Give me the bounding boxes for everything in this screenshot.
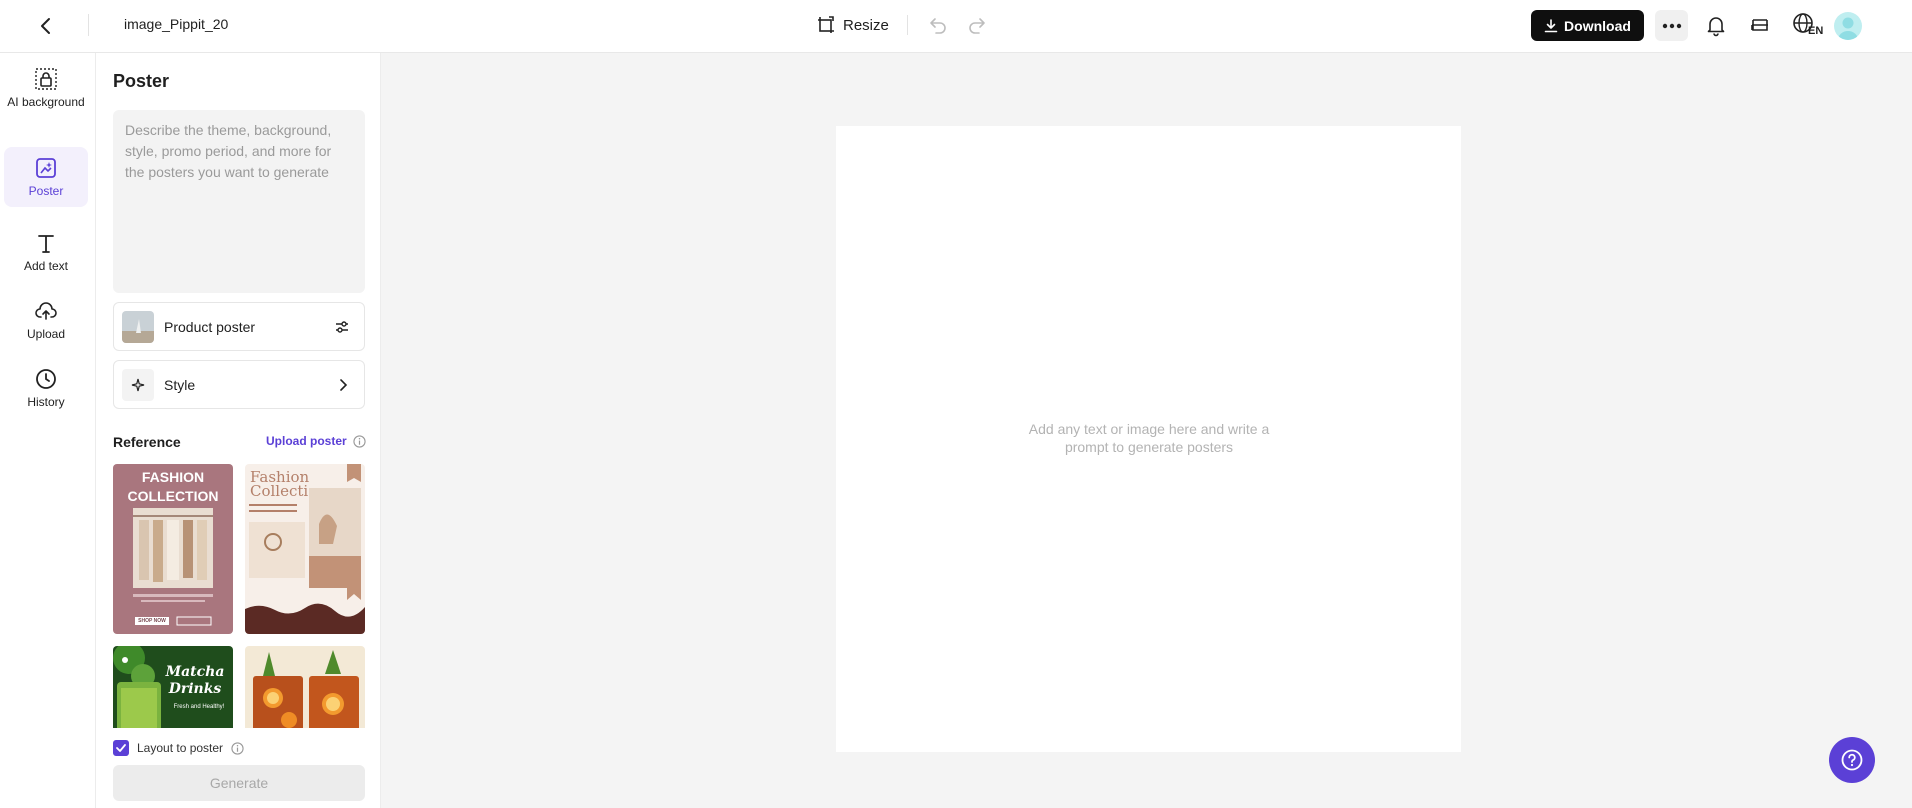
chevron-right-icon: [340, 378, 348, 391]
prompt-input[interactable]: [113, 110, 365, 293]
download-button[interactable]: Download: [1531, 10, 1644, 41]
stack-icon: [1751, 19, 1768, 31]
check-icon: [116, 744, 126, 752]
layers-button[interactable]: [1748, 13, 1772, 37]
rail-item-label: AI background: [7, 95, 85, 109]
divider: [88, 14, 89, 36]
language-code: EN: [1808, 25, 1824, 37]
more-button[interactable]: [1655, 10, 1688, 41]
file-name[interactable]: image_Pippit_20: [124, 16, 228, 32]
thumbnail-title: Matcha Drinks: [165, 664, 225, 697]
redo-icon: [969, 18, 985, 34]
rail-item-label: Poster: [28, 184, 64, 198]
sliders-icon: [336, 320, 348, 333]
user-avatar-icon: [1838, 17, 1858, 40]
resize-icon: [818, 16, 834, 33]
rail-item-label: Upload: [26, 327, 66, 341]
reference-thumbnail[interactable]: [245, 646, 365, 728]
style-thumbnail: [122, 368, 154, 401]
sparkle-icon: [131, 378, 145, 391]
question-circle-icon: [1841, 749, 1863, 771]
rail-item-add-text[interactable]: Add text: [4, 231, 88, 281]
info-icon[interactable]: [231, 741, 244, 755]
notifications-button[interactable]: [1704, 13, 1728, 37]
product-thumbnail: [122, 310, 154, 343]
language-button[interactable]: EN: [1792, 12, 1826, 40]
style-label: Style: [164, 376, 196, 393]
divider: [907, 15, 908, 35]
rail-item-upload[interactable]: Upload: [4, 299, 88, 349]
thumbnail-button: SHOP NOW: [138, 618, 166, 624]
redo-button[interactable]: [966, 14, 988, 36]
ai-background-icon: [35, 68, 57, 90]
rail-item-label: History: [27, 395, 65, 409]
resize-button[interactable]: Resize: [816, 13, 889, 37]
info-icon[interactable]: [353, 435, 366, 448]
undo-button[interactable]: [927, 14, 949, 36]
product-poster-option[interactable]: Product poster: [113, 302, 365, 351]
layout-to-poster-checkbox[interactable]: [113, 740, 129, 756]
download-icon: [1544, 18, 1558, 32]
top-bar: image_Pippit_20 Resize Download EN: [0, 0, 1912, 53]
panel-title: Poster: [113, 71, 170, 91]
download-label: Download: [1564, 17, 1631, 34]
rail-item-poster[interactable]: Poster: [4, 147, 88, 207]
upload-cloud-icon: [35, 302, 57, 320]
rail-item-ai-background[interactable]: AI background: [4, 67, 88, 127]
back-button[interactable]: [34, 14, 58, 38]
canvas-hint: Add any text or image here and write a p…: [1028, 421, 1270, 455]
more-horizontal-icon: [1662, 23, 1681, 28]
rail-item-history[interactable]: History: [4, 367, 88, 417]
resize-label: Resize: [843, 16, 889, 34]
rail-item-label: Add text: [23, 259, 69, 273]
reference-thumbnail[interactable]: Fashion Collection: [245, 464, 365, 634]
avatar[interactable]: [1834, 12, 1862, 40]
poster-icon: [36, 158, 56, 178]
reference-title: Reference: [113, 434, 181, 450]
poster-panel: Poster Product poster Style Reference Up…: [96, 53, 381, 808]
upload-poster-link[interactable]: Upload poster: [266, 434, 347, 448]
thumbnail-subtitle: Fresh and Healthy!: [173, 704, 225, 710]
left-rail: AI background Poster Add text Upload His…: [0, 53, 96, 808]
clock-icon: [36, 369, 56, 389]
help-button[interactable]: [1829, 737, 1875, 783]
reference-thumbnails: FASHION COLLECTION SHOP NOW Fashion Coll…: [113, 464, 367, 728]
undo-icon: [930, 18, 946, 34]
product-poster-label: Product poster: [164, 318, 256, 335]
generate-button[interactable]: Generate: [113, 765, 365, 801]
chevron-left-icon: [41, 18, 50, 34]
style-option[interactable]: Style: [113, 360, 365, 409]
canvas-area: Add any text or image here and write a p…: [381, 53, 1912, 808]
reference-thumbnail[interactable]: FASHION COLLECTION SHOP NOW: [113, 464, 233, 634]
layout-to-poster-row: Layout to poster: [113, 740, 244, 756]
reference-thumbnail[interactable]: Matcha Drinks Fresh and Healthy!: [113, 646, 233, 728]
bell-icon: [1707, 17, 1725, 37]
layout-to-poster-label: Layout to poster: [137, 741, 224, 755]
text-icon: [38, 235, 54, 253]
